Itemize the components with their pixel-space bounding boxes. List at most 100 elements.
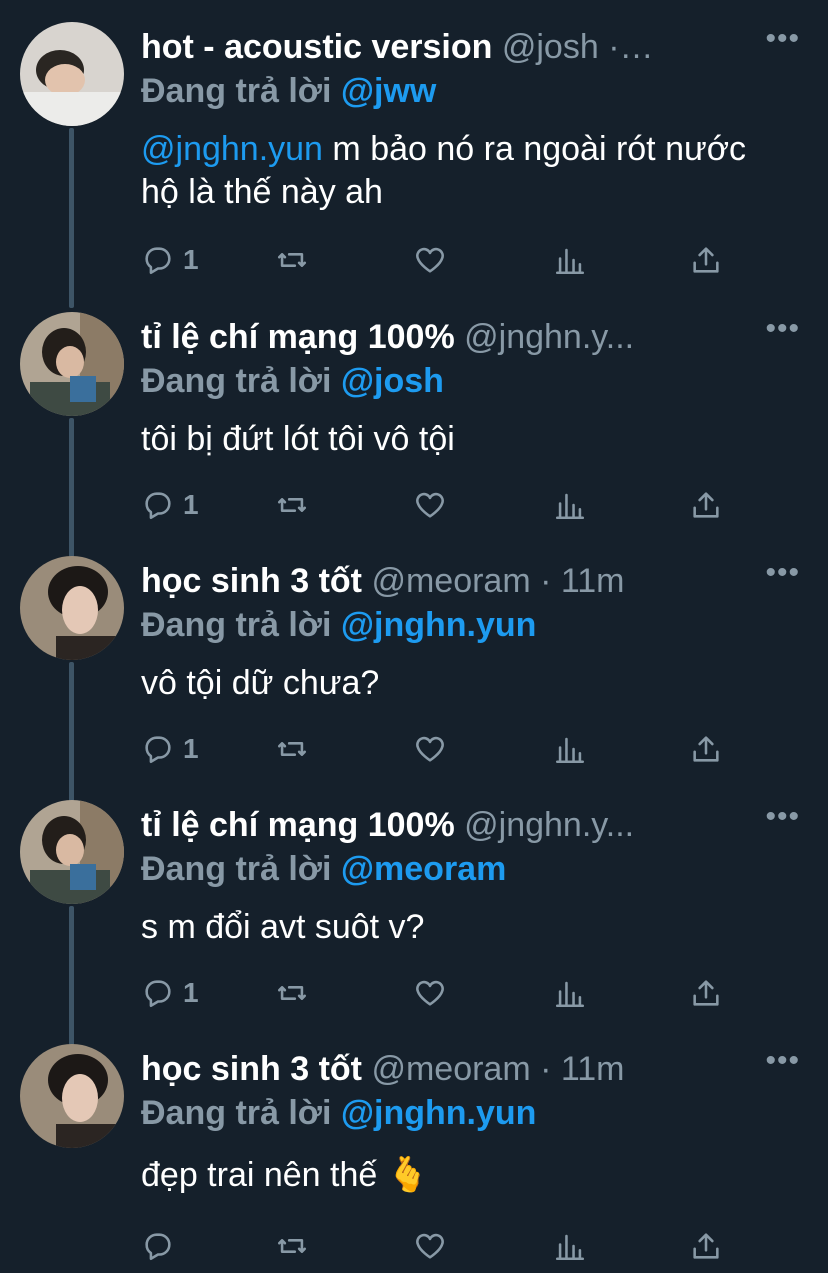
tweet-text: đẹp trai nên thế 🫰 xyxy=(141,1154,788,1197)
retweet-button[interactable] xyxy=(275,729,309,769)
display-name[interactable]: học sinh 3 tốt xyxy=(141,1050,362,1088)
retweet-button[interactable] xyxy=(275,485,309,525)
reply-button[interactable]: 1 xyxy=(141,729,199,769)
retweet-icon xyxy=(277,253,307,267)
share-icon xyxy=(693,492,719,518)
tweet-4[interactable]: tỉ lệ chí mạng 100% @jnghn.y... ••• Đang… xyxy=(0,800,828,1046)
share-button[interactable] xyxy=(689,729,723,769)
share-button[interactable] xyxy=(689,973,723,1013)
avatar[interactable] xyxy=(20,556,124,660)
avatar[interactable] xyxy=(20,1044,124,1148)
display-name[interactable]: tỉ lệ chí mạng 100% xyxy=(141,318,455,356)
display-name[interactable]: học sinh 3 tốt xyxy=(141,562,362,600)
reply-to-handle[interactable]: @josh xyxy=(341,362,444,400)
display-name[interactable]: tỉ lệ chí mạng 100% xyxy=(141,806,455,844)
analytics-button[interactable] xyxy=(553,729,587,769)
more-icon[interactable]: ••• xyxy=(765,558,800,588)
more-icon[interactable]: ••• xyxy=(765,24,800,54)
reply-to-handle[interactable]: @jnghn.yun xyxy=(341,1094,537,1132)
tweet-meta: · 11m xyxy=(530,1050,625,1088)
analytics-icon xyxy=(555,493,585,520)
tweet-text-content: s m đổi avt suôt v? xyxy=(141,908,425,946)
tweet-meta: · 11m xyxy=(530,562,625,600)
retweet-button[interactable] xyxy=(275,973,309,1013)
tweet-5[interactable]: học sinh 3 tốt @meoram · 11m ••• Đang tr… xyxy=(0,1044,828,1273)
user-handle[interactable]: @josh xyxy=(502,28,599,66)
analytics-icon xyxy=(555,981,585,1008)
share-button[interactable] xyxy=(689,485,723,525)
display-name[interactable]: hot - acoustic version xyxy=(141,28,492,66)
share-icon xyxy=(693,247,719,273)
more-icon[interactable]: ••• xyxy=(765,802,800,832)
tweet-2[interactable]: tỉ lệ chí mạng 100% @jnghn.y... ••• Đang… xyxy=(0,312,828,558)
tweet-header: hot - acoustic version @josh ·… xyxy=(141,26,738,68)
reply-count: 1 xyxy=(183,733,199,764)
tweet-text-content: đẹp trai nên thế 🫰 xyxy=(141,1156,430,1194)
retweet-icon xyxy=(277,986,307,1000)
user-handle[interactable]: @jnghn.y... xyxy=(464,318,634,356)
tweet-header: học sinh 3 tốt @meoram · 11m xyxy=(141,560,738,602)
avatar-photo xyxy=(20,22,124,126)
reply-context: Đang trả lời @jnghn.yun xyxy=(141,1092,536,1134)
tweet-3[interactable]: học sinh 3 tốt @meoram · 11m ••• Đang tr… xyxy=(0,556,828,802)
reply-button[interactable]: 1 xyxy=(141,485,199,525)
analytics-button[interactable] xyxy=(553,240,587,280)
tweet-header: tỉ lệ chí mạng 100% @jnghn.y... xyxy=(141,804,738,846)
reply-label: Đang trả lời xyxy=(141,1094,341,1132)
share-button[interactable] xyxy=(689,240,723,280)
reply-icon xyxy=(145,1233,171,1261)
avatar[interactable] xyxy=(20,22,124,126)
thread-line xyxy=(69,906,74,1046)
tweet-actions: 1 xyxy=(141,240,741,280)
heart-icon xyxy=(416,736,444,762)
reply-button[interactable] xyxy=(141,1226,183,1266)
reply-label: Đang trả lời xyxy=(141,72,341,110)
reply-label: Đang trả lời xyxy=(141,606,341,644)
like-button[interactable] xyxy=(413,729,447,769)
reply-to-handle[interactable]: @meoram xyxy=(341,850,506,888)
retweet-button[interactable] xyxy=(275,1226,309,1266)
tweet-text-content: tôi bị đứt lót tôi vô tội xyxy=(141,420,455,458)
reply-count: 1 xyxy=(183,977,199,1008)
avatar[interactable] xyxy=(20,312,124,416)
reply-label: Đang trả lời xyxy=(141,850,341,888)
reply-button[interactable]: 1 xyxy=(141,973,199,1013)
like-button[interactable] xyxy=(413,1226,447,1266)
reply-label: Đang trả lời xyxy=(141,362,341,400)
tweet-meta: ·… xyxy=(598,28,654,66)
analytics-button[interactable] xyxy=(553,1226,587,1266)
tweet-text: @jnghn.yun m bảo nó ra ngoài rót nước hộ… xyxy=(141,128,788,214)
reply-to-handle[interactable]: @jww xyxy=(341,72,437,110)
analytics-button[interactable] xyxy=(553,485,587,525)
avatar[interactable] xyxy=(20,800,124,904)
reply-to-handle[interactable]: @jnghn.yun xyxy=(341,606,537,644)
reply-icon xyxy=(145,247,171,275)
share-icon xyxy=(693,1233,719,1259)
reply-context: Đang trả lời @jnghn.yun xyxy=(141,604,536,646)
user-handle[interactable]: @meoram xyxy=(371,562,530,600)
like-button[interactable] xyxy=(413,973,447,1013)
tweet-1[interactable]: hot - acoustic version @josh ·… ••• Đang… xyxy=(0,22,828,308)
analytics-button[interactable] xyxy=(553,973,587,1013)
user-handle[interactable]: @jnghn.y... xyxy=(464,806,634,844)
more-icon[interactable]: ••• xyxy=(765,1046,800,1076)
user-handle[interactable]: @meoram xyxy=(371,1050,530,1088)
reply-button[interactable]: 1 xyxy=(141,240,199,280)
share-button[interactable] xyxy=(689,1226,723,1266)
heart-icon xyxy=(416,980,444,1006)
more-icon[interactable]: ••• xyxy=(765,314,800,344)
tweet-text: vô tội dữ chưa? xyxy=(141,662,788,705)
like-button[interactable] xyxy=(413,240,447,280)
retweet-button[interactable] xyxy=(275,240,309,280)
tweet-header: tỉ lệ chí mạng 100% @jnghn.y... xyxy=(141,316,738,358)
avatar-photo xyxy=(20,556,124,660)
like-button[interactable] xyxy=(413,485,447,525)
thread-line xyxy=(69,418,74,558)
mention-link[interactable]: @jnghn.yun xyxy=(141,130,323,168)
reply-context: Đang trả lời @meoram xyxy=(141,848,506,890)
heart-icon xyxy=(416,247,444,273)
analytics-icon xyxy=(555,737,585,764)
reply-count: 1 xyxy=(183,244,199,275)
avatar-photo xyxy=(20,312,124,416)
tweet-text: s m đổi avt suôt v? xyxy=(141,906,788,949)
